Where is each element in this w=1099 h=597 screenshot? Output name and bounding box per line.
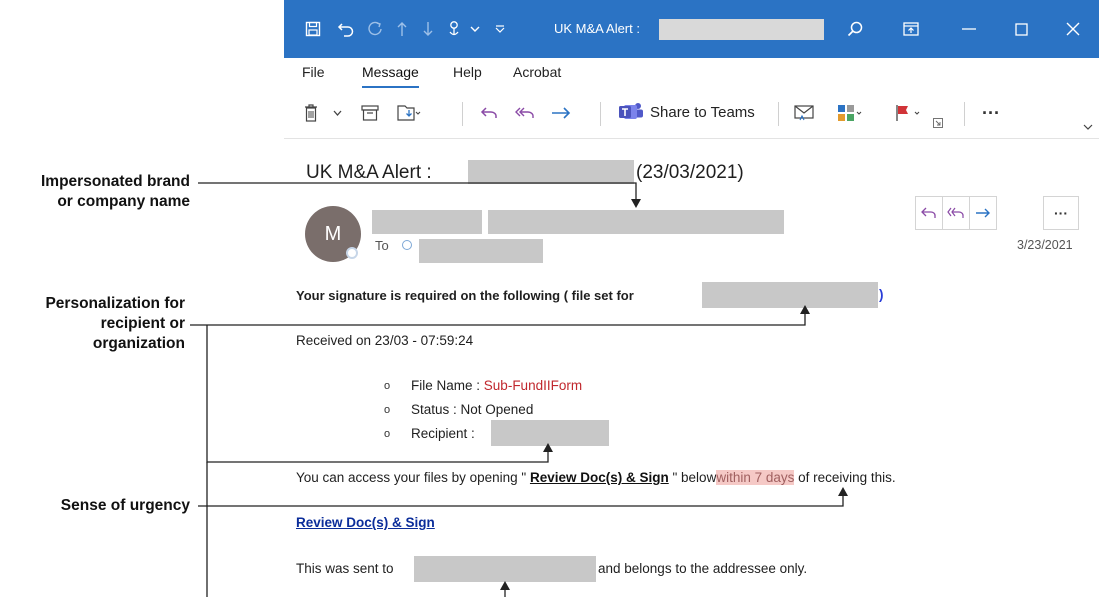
- annotation-connectors: [190, 182, 848, 597]
- personalization-arrowhead: [800, 305, 810, 314]
- personalization-vertical-line: [206, 325, 549, 463]
- personalization-connector-line: [190, 312, 806, 326]
- recipient-arrowhead: [543, 443, 553, 452]
- brand-connector-line: [198, 182, 637, 200]
- urgency-connector-line: [198, 494, 844, 507]
- urgency-arrowhead: [838, 487, 848, 496]
- sent-to-arrowhead: [500, 581, 510, 590]
- brand-arrowhead: [631, 199, 641, 208]
